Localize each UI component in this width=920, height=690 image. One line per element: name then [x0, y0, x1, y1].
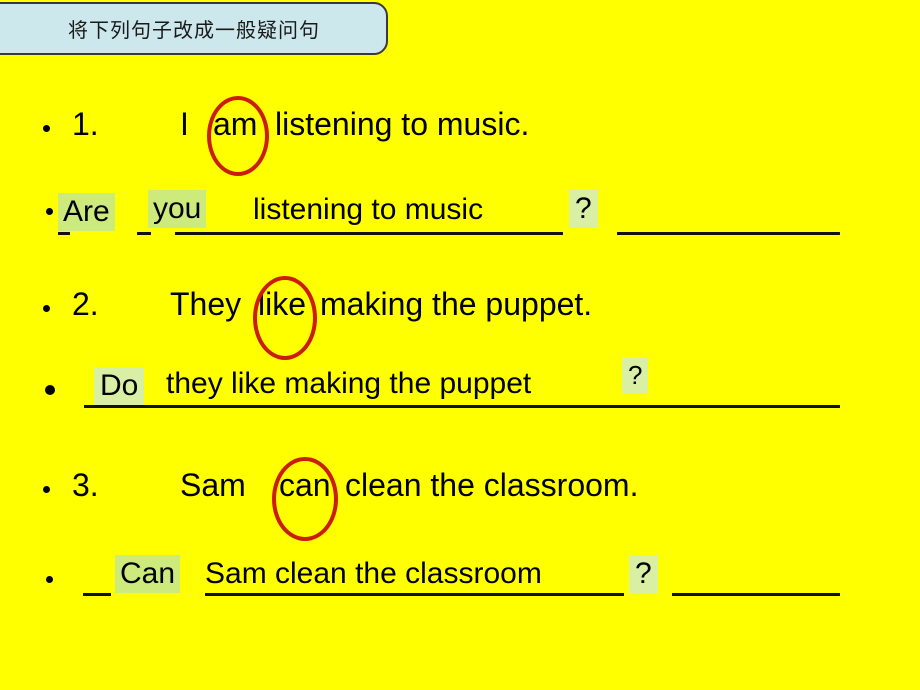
- question-3-before: Sam: [180, 467, 246, 503]
- question-2-before: They: [170, 286, 242, 322]
- title-banner: 将下列句子改成一般疑问句: [0, 2, 388, 55]
- bullet-icon: [43, 305, 50, 312]
- answer-rule-segment: [175, 232, 563, 235]
- question-1-after: listening to music.: [275, 106, 530, 142]
- answer-1-word2: you: [148, 190, 207, 228]
- answer-1-rest: listening to music: [253, 193, 484, 226]
- bullet-icon: [45, 385, 55, 395]
- answer-3-word1: Can: [115, 555, 181, 593]
- bullet-icon: [46, 208, 53, 215]
- answer-2-question-mark: ?: [622, 358, 649, 393]
- answer-rule-segment: [83, 593, 111, 596]
- question-1-before: I: [180, 106, 189, 142]
- question-1-circled-word: am: [213, 106, 258, 142]
- answer-1-word1: Are: [58, 193, 115, 231]
- item-number-3: 3.: [72, 467, 99, 503]
- answer-rule-segment: [205, 593, 624, 596]
- bullet-icon: [46, 576, 53, 583]
- answer-3-rest: Sam clean the classroom: [205, 557, 542, 590]
- answer-rule-segment: [617, 232, 840, 235]
- answer-rule-segment: [58, 232, 70, 235]
- answer-rule-segment: [137, 232, 151, 235]
- answer-1-question-mark: ?: [569, 190, 598, 228]
- bullet-icon: [43, 486, 50, 493]
- slide-title: 将下列句子改成一般疑问句: [68, 18, 320, 42]
- answer-2-rest: they like making the puppet: [166, 367, 532, 400]
- question-3-after: clean the classroom.: [345, 467, 639, 503]
- answer-3-question-mark: ?: [629, 555, 658, 593]
- question-2-after: making the puppet.: [320, 286, 593, 322]
- answer-rule-segment: [672, 593, 840, 596]
- item-number-1: 1.: [72, 106, 99, 142]
- slide-content: 1. I am listening to music. Are you list…: [0, 55, 920, 690]
- answer-2-word1: Do: [94, 367, 145, 405]
- answer-rule-segment: [84, 405, 840, 408]
- question-2-circled-word: like: [258, 286, 307, 322]
- item-number-2: 2.: [72, 286, 99, 322]
- bullet-icon: [43, 125, 50, 132]
- question-3-circled-word: can: [279, 467, 331, 503]
